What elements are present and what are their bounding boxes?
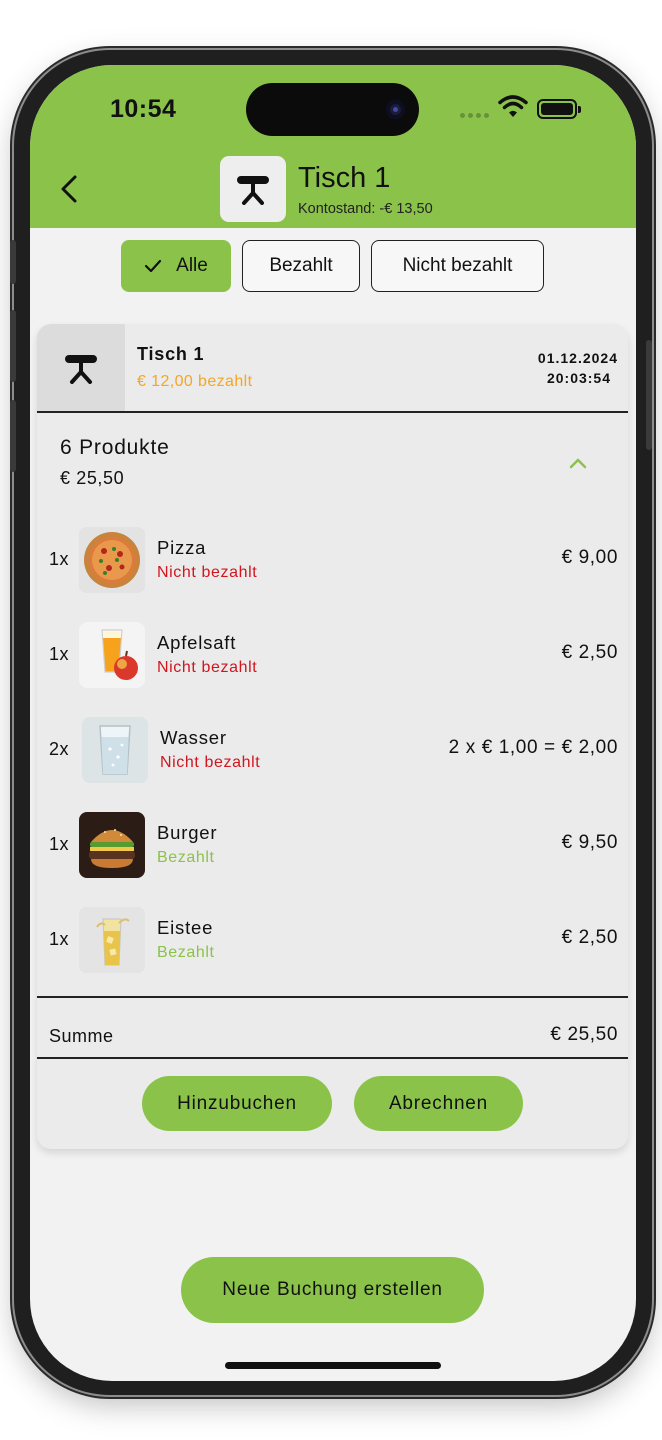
payment-status: Nicht bezahlt xyxy=(157,564,258,581)
product-name: Wasser xyxy=(160,727,227,748)
table-icon-box xyxy=(220,156,286,222)
product-quantity: 1x xyxy=(49,549,70,569)
table-icon xyxy=(237,176,269,205)
product-name: Pizza xyxy=(157,537,207,558)
water-glass-image xyxy=(82,717,148,783)
sum-label: Summe xyxy=(49,1026,114,1046)
divider xyxy=(37,996,628,998)
booking-card: Tisch 1 € 12,00 bezahlt 01.12.2024 20:03… xyxy=(37,324,628,1149)
booking-date: 01.12.2024 xyxy=(537,350,618,366)
product-name: Burger xyxy=(157,822,218,843)
filter-unpaid[interactable]: Nicht bezahlt xyxy=(371,240,544,292)
check-icon xyxy=(144,259,162,273)
table-icon xyxy=(65,355,97,384)
divider xyxy=(37,1057,628,1059)
product-name: Eistee xyxy=(157,917,214,938)
new-booking-button[interactable]: Neue Buchung erstellen xyxy=(181,1257,484,1323)
page-title: Tisch 1 xyxy=(298,162,391,194)
dynamic-island xyxy=(246,83,419,136)
product-quantity: 1x xyxy=(49,834,70,854)
booking-title: Tisch 1 xyxy=(137,344,205,364)
product-row[interactable]: 1x Burger Bezahlt € 9,50 xyxy=(37,810,628,880)
apple-juice-image xyxy=(79,622,145,688)
product-quantity: 1x xyxy=(49,644,70,664)
filter-all-label: Alle xyxy=(176,255,208,276)
product-name: Apfelsaft xyxy=(157,632,237,653)
product-price: 2 x € 1,00 = € 2,00 xyxy=(448,737,618,758)
burger-image xyxy=(79,812,145,878)
product-total: € 25,50 xyxy=(60,468,125,488)
product-count: 6 Produkte xyxy=(60,436,170,459)
product-price: € 2,50 xyxy=(561,642,618,663)
product-price: € 9,50 xyxy=(561,832,618,853)
volume-down-button xyxy=(10,400,16,472)
volume-up-button xyxy=(10,310,16,382)
chevron-left-icon xyxy=(61,175,77,203)
collapse-button[interactable] xyxy=(566,451,590,475)
product-row[interactable]: 2x Wasser Nicht bezahlt 2 x € 1,00 = € 2… xyxy=(37,715,628,785)
account-balance: Kontostand: -€ 13,50 xyxy=(298,201,433,217)
cellular-signal-icon xyxy=(460,113,489,118)
filter-bar: Alle Bezahlt Nicht bezahlt xyxy=(30,240,636,292)
pizza-image xyxy=(79,527,145,593)
payment-status: Nicht bezahlt xyxy=(157,659,258,676)
product-row[interactable]: 1x Pizza Nicht bezahlt € 9,00 xyxy=(37,525,628,595)
app-header: 10:54 Tisch 1 Kontostand: -€ 13,50 xyxy=(30,65,636,228)
product-row[interactable]: 1x Eistee Bezahlt € 2,50 xyxy=(37,905,628,975)
app-screen: 10:54 Tisch 1 Kontostand: -€ 13,50 Alle … xyxy=(30,65,636,1381)
action-button xyxy=(10,240,16,284)
payment-status: Bezahlt xyxy=(157,849,215,866)
checkout-button[interactable]: Abrechnen xyxy=(354,1076,523,1131)
payment-status: Bezahlt xyxy=(157,944,215,961)
product-price: € 2,50 xyxy=(561,927,618,948)
product-quantity: 1x xyxy=(49,929,70,949)
filter-paid[interactable]: Bezahlt xyxy=(242,240,360,292)
camera-icon xyxy=(386,100,405,119)
product-quantity: 2x xyxy=(49,739,70,759)
payment-status: Nicht bezahlt xyxy=(160,754,261,771)
power-button xyxy=(646,340,652,450)
add-booking-button[interactable]: Hinzubuchen xyxy=(142,1076,332,1131)
filter-unpaid-label: Nicht bezahlt xyxy=(402,255,513,276)
table-icon-box xyxy=(37,324,125,412)
iced-tea-image xyxy=(79,907,145,973)
booking-time: 20:03:54 xyxy=(546,370,611,386)
battery-icon xyxy=(537,99,581,119)
filter-all[interactable]: Alle xyxy=(121,240,231,292)
wifi-icon xyxy=(498,95,528,117)
product-price: € 9,00 xyxy=(561,547,618,568)
chevron-up-icon xyxy=(569,458,587,469)
filter-paid-label: Bezahlt xyxy=(269,255,333,276)
back-button[interactable] xyxy=(54,169,84,209)
divider xyxy=(37,411,628,413)
status-time: 10:54 xyxy=(110,95,177,123)
sum-value: € 25,50 xyxy=(550,1024,618,1045)
booking-paid-amount: € 12,00 bezahlt xyxy=(137,373,253,390)
home-indicator[interactable] xyxy=(225,1362,441,1369)
product-row[interactable]: 1x Apfelsaft Nicht bezahlt € 2,50 xyxy=(37,620,628,690)
